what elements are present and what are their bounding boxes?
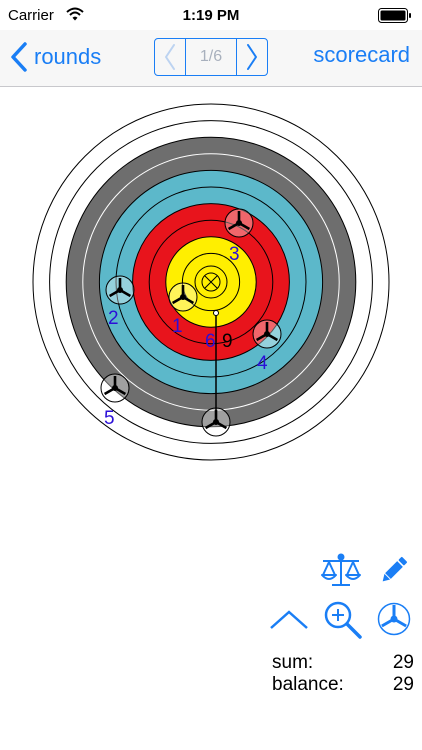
- chevron-right-icon: [247, 44, 257, 70]
- balance-row: balance: 29: [272, 674, 414, 696]
- zoom-button[interactable]: [321, 598, 363, 640]
- battery-icon: [378, 8, 411, 23]
- group-center-dot: [213, 310, 219, 316]
- edit-button[interactable]: [376, 552, 412, 588]
- sum-label: sum:: [272, 652, 314, 673]
- add-arrow-button[interactable]: [376, 601, 412, 637]
- pencil-icon: [382, 556, 408, 582]
- chevron-left-icon: [11, 42, 27, 72]
- clock: 1:19 PM: [182, 7, 240, 24]
- next-button[interactable]: [237, 39, 267, 75]
- round-pager: 1/6: [154, 38, 268, 76]
- arrow-label: 3: [229, 244, 240, 265]
- scale-icon: [321, 553, 361, 586]
- score-summary: sum: 29 balance: 29: [272, 652, 414, 696]
- page-indicator: 1/6: [185, 39, 237, 75]
- sum-row: sum: 29: [272, 652, 414, 674]
- group-score: 9: [222, 331, 233, 352]
- scorecard-button[interactable]: scorecard: [313, 42, 410, 68]
- chevron-left-icon: [165, 44, 175, 70]
- status-bar: Carrier 1:19 PM: [0, 0, 422, 30]
- archery-target[interactable]: 1 2 3 4 5 6 9: [0, 88, 422, 538]
- arrow-nock-icon: [377, 602, 411, 636]
- arrow-label: 2: [108, 308, 119, 329]
- balance-button[interactable]: [319, 552, 363, 590]
- arrow-label: 4: [257, 353, 268, 374]
- arrow-label: 5: [104, 408, 115, 429]
- collapse-button[interactable]: [268, 606, 310, 634]
- navigation-bar: rounds 1/6 scorecard: [0, 30, 422, 87]
- balance-label: balance:: [272, 674, 344, 695]
- zoom-in-icon: [324, 601, 362, 639]
- previous-button[interactable]: [155, 39, 185, 75]
- arrow-label: 6: [205, 331, 216, 352]
- back-label: rounds: [34, 44, 102, 69]
- sum-value: 29: [392, 652, 414, 673]
- arrow-label: 1: [172, 316, 183, 337]
- balance-value: 29: [392, 674, 414, 695]
- chevron-up-icon: [270, 610, 308, 629]
- back-button[interactable]: rounds: [10, 40, 101, 74]
